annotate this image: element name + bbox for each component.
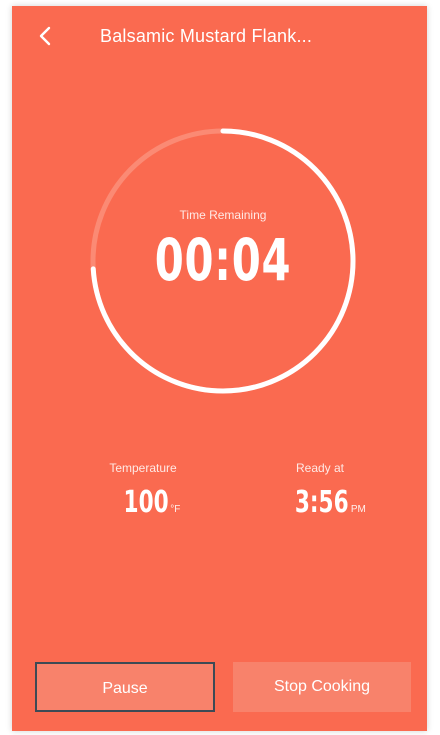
- time-remaining-value: 00:04: [154, 226, 292, 294]
- stop-cooking-button[interactable]: Stop Cooking: [233, 662, 411, 712]
- pause-button[interactable]: Pause: [35, 662, 215, 712]
- cooking-screen: Balsamic Mustard Flank... Time Remaining…: [12, 6, 427, 731]
- temperature-label: Temperature: [109, 461, 177, 475]
- timer-ring: Time Remaining 00:04: [88, 126, 358, 396]
- time-remaining-label: Time Remaining: [179, 208, 267, 222]
- temperature-stat: Temperature 100 °F: [98, 461, 188, 520]
- temperature-unit: °F: [170, 504, 181, 515]
- ready-at-label: Ready at: [295, 461, 345, 475]
- header: Balsamic Mustard Flank...: [12, 6, 427, 66]
- back-button[interactable]: [34, 24, 58, 48]
- ready-at-unit: PM: [350, 504, 366, 515]
- ready-at-value: 3:56: [295, 485, 349, 520]
- temperature-value: 100: [123, 485, 169, 520]
- ready-at-stat: Ready at 3:56 PM: [270, 461, 370, 520]
- page-title: Balsamic Mustard Flank...: [100, 26, 313, 46]
- chevron-left-icon: [39, 26, 51, 46]
